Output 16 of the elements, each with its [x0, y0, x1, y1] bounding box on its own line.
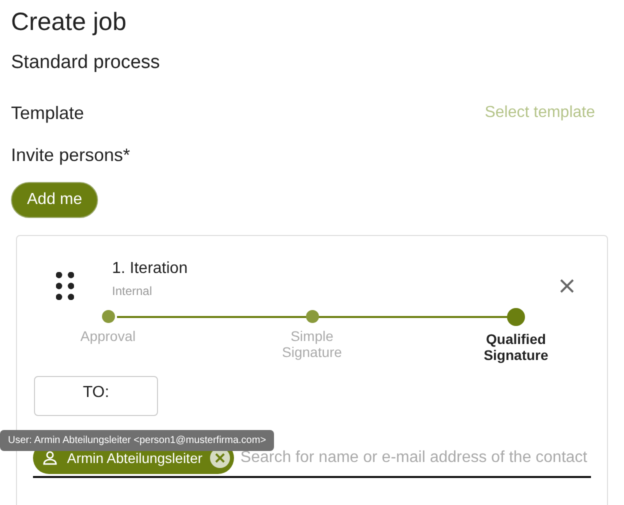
add-me-button[interactable]: Add me: [11, 182, 98, 218]
process-label: Standard process: [11, 51, 160, 75]
page-title: Create job: [11, 7, 126, 38]
chip-label: Armin Abteilungsleiter: [67, 448, 202, 468]
invite-label: Invite persons*: [11, 144, 130, 167]
step-label: Simple Signature: [281, 328, 343, 360]
iteration-subtitle: Internal: [112, 283, 152, 300]
drag-handle-icon[interactable]: [56, 272, 74, 300]
step-label: Qualified Signature: [482, 331, 550, 363]
to-button[interactable]: TO:: [34, 376, 158, 416]
step-label: Approval: [79, 328, 137, 344]
tooltip: User: Armin Abteilungsleiter <person1@musterfirma.com>: [0, 430, 274, 451]
person-icon: [41, 449, 59, 467]
close-icon[interactable]: [559, 278, 575, 294]
template-label: Template: [11, 102, 84, 125]
iteration-title: 1. Iteration: [112, 259, 188, 279]
